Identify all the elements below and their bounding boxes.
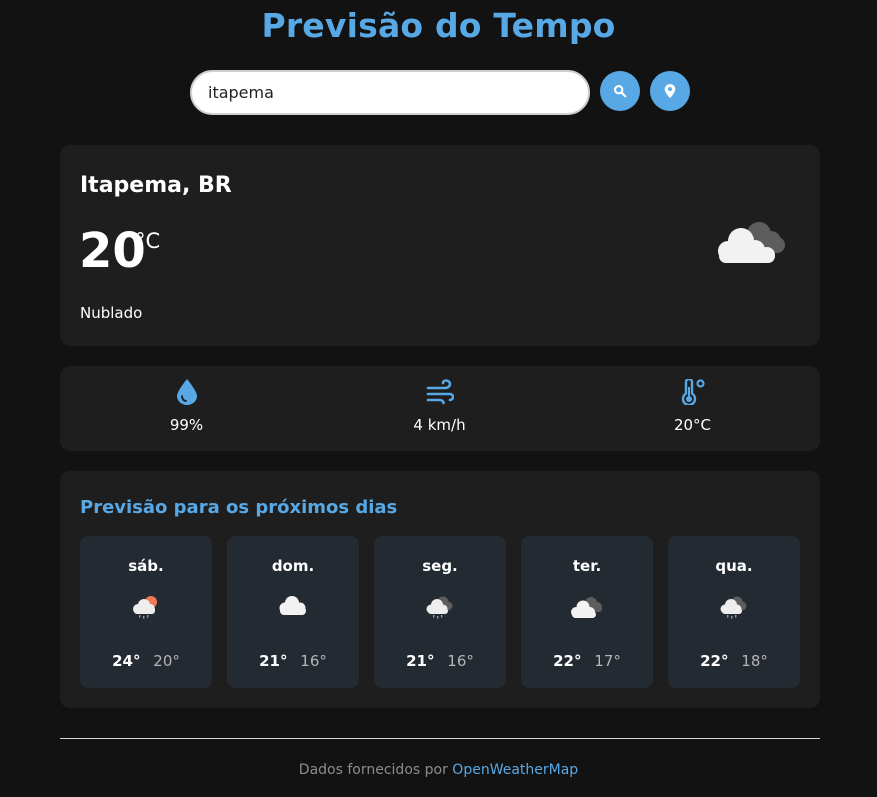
- feels-like-value: 20°C: [673, 416, 712, 434]
- thermometer-icon: [681, 379, 705, 405]
- wind-detail: 4 km/h: [313, 366, 566, 451]
- day-temperatures: 24° 20°: [80, 652, 212, 670]
- footer: Dados fornecidos por OpenWeatherMap: [0, 762, 877, 778]
- day-temperatures: 21° 16°: [227, 652, 359, 670]
- openweathermap-link[interactable]: OpenWeatherMap: [452, 762, 578, 778]
- max-temperature: 22°: [553, 652, 582, 670]
- feels-like-detail: 20°C: [566, 366, 819, 451]
- current-weather-card: Itapema, BR 20 °C Nublado: [60, 145, 820, 346]
- sun-cloud-rain-icon: [133, 596, 157, 619]
- min-temperature: 16°: [447, 652, 474, 670]
- search-input[interactable]: [190, 70, 590, 115]
- weather-details-card: 99% 4 km/h 20°C: [60, 366, 820, 451]
- wind-value: 4 km/h: [413, 416, 466, 434]
- forecast-day-wed: qua. 22° 18°: [668, 536, 800, 688]
- humidity-value: 99%: [169, 416, 204, 434]
- footer-divider: [60, 738, 820, 739]
- day-name: qua.: [715, 557, 753, 575]
- forecast-card: Previsão para os próximos dias sáb. 24° …: [60, 471, 820, 708]
- forecast-day-sun: dom. 21° 16°: [227, 536, 359, 688]
- footer-text: Dados fornecidos por: [298, 762, 448, 778]
- weather-app: Previsão do Tempo Itapema, BR 20 °C Nubl…: [0, 0, 877, 797]
- day-name: ter.: [572, 557, 602, 575]
- day-temperatures: 22° 18°: [668, 652, 800, 670]
- max-temperature: 21°: [406, 652, 435, 670]
- cloud-rain-icon: [720, 596, 747, 619]
- humidity-drop-icon: [176, 379, 197, 405]
- wind-icon: [426, 379, 454, 405]
- min-temperature: 18°: [741, 652, 768, 670]
- location-button[interactable]: [650, 71, 690, 111]
- min-temperature: 20°: [153, 652, 180, 670]
- cloud-rain-icon: [426, 596, 453, 619]
- city-name: Itapema, BR: [80, 173, 232, 198]
- max-temperature: 24°: [112, 652, 141, 670]
- forecast-day-sat: sáb. 24° 20°: [80, 536, 212, 688]
- forecast-day-mon: seg. 21° 16°: [374, 536, 506, 688]
- page-title: Previsão do Tempo: [261, 6, 616, 45]
- max-temperature: 21°: [259, 652, 288, 670]
- humidity-detail: 99%: [60, 366, 313, 451]
- forecast-day-tue: ter. 22° 17°: [521, 536, 653, 688]
- day-name: seg.: [422, 557, 458, 575]
- min-temperature: 16°: [300, 652, 327, 670]
- day-name: sáb.: [128, 557, 164, 575]
- temperature-unit: °C: [135, 229, 161, 253]
- cloud-icon: [279, 596, 306, 615]
- min-temperature: 17°: [594, 652, 621, 670]
- location-pin-icon: [664, 84, 676, 98]
- day-temperatures: 21° 16°: [374, 652, 506, 670]
- weather-description: Nublado: [80, 304, 143, 322]
- search-button[interactable]: [600, 71, 640, 111]
- day-temperatures: 22° 17°: [521, 652, 653, 670]
- cloudy-icon: [571, 597, 602, 618]
- max-temperature: 22°: [700, 652, 729, 670]
- search-icon: [613, 84, 627, 98]
- cloudy-icon: [715, 217, 787, 272]
- forecast-title: Previsão para os próximos dias: [80, 497, 398, 518]
- day-name: dom.: [271, 557, 315, 575]
